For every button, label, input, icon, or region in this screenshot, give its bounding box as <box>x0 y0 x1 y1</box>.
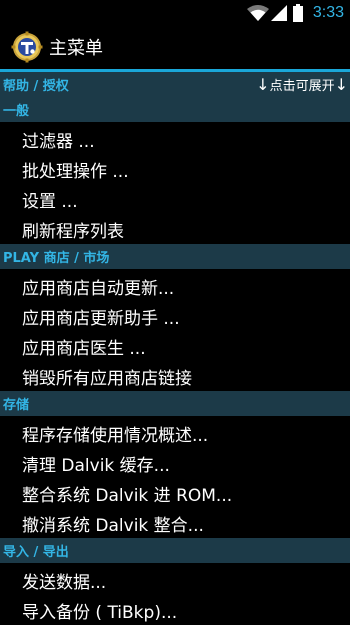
section-label: 存储 <box>3 398 30 413</box>
expand-hint-label: 点击可展开 <box>269 79 335 94</box>
battery-icon <box>292 3 303 22</box>
menu-item-undo-dalvik[interactable]: 撤消系统 Dalvik 整合... <box>0 508 350 538</box>
section-label: 导入 / 导出 <box>3 545 69 560</box>
expand-hint: ↓ 点击可展开 ↓ <box>256 72 348 97</box>
section-import-export: 导入 / 导出 <box>0 538 350 563</box>
menu-item-batch-actions[interactable]: 批处理操作 ... <box>0 154 350 184</box>
menu-item-clean-dalvik-cache[interactable]: 清理 Dalvik 缓存... <box>0 448 350 478</box>
menu-item-store-doctor[interactable]: 应用商店医生 ... <box>0 331 350 361</box>
page-title: 主菜单 <box>49 38 103 59</box>
menu-item-refresh-list[interactable]: 刷新程序列表 <box>0 214 350 244</box>
wifi-icon <box>246 4 269 22</box>
section-general: 一般 <box>0 97 350 122</box>
section-label: 帮助 / 授权 <box>3 79 69 94</box>
action-bar: 主菜单 <box>0 25 350 69</box>
menu-item-send-data[interactable]: 发送数据... <box>0 565 350 595</box>
menu-item-storage-usage[interactable]: 程序存储使用情况概述... <box>0 418 350 448</box>
section-help-license[interactable]: 帮助 / 授权 ↓ 点击可展开 ↓ <box>0 72 350 97</box>
arrow-down-icon: ↓ <box>256 75 270 94</box>
section-play-store: PLAY 商店 / 市场 <box>0 244 350 269</box>
section-label: PLAY 商店 / 市场 <box>3 251 110 266</box>
clock: 3:33 <box>312 3 344 21</box>
menu-item-store-update-helper[interactable]: 应用商店更新助手 ... <box>0 301 350 331</box>
menu-item-store-auto-update[interactable]: 应用商店自动更新... <box>0 271 350 301</box>
menu-item-integrate-dalvik[interactable]: 整合系统 Dalvik 进 ROM... <box>0 478 350 508</box>
section-storage: 存储 <box>0 391 350 416</box>
signal-icon <box>270 4 287 22</box>
menu-item-import-backup[interactable]: 导入备份 ( TiBkp)... <box>0 595 350 625</box>
arrow-down-icon: ↓ <box>334 75 348 94</box>
menu-item-destroy-store-links[interactable]: 销毁所有应用商店链接 <box>0 361 350 391</box>
menu-item-settings[interactable]: 设置 ... <box>0 184 350 214</box>
main-menu-list: 帮助 / 授权 ↓ 点击可展开 ↓ 一般 过滤器 ... 批处理操作 ... 设… <box>0 72 350 625</box>
status-icons: 3:33 <box>246 0 350 25</box>
menu-item-filter[interactable]: 过滤器 ... <box>0 124 350 154</box>
status-bar: 3:33 <box>0 0 350 25</box>
titanium-backup-icon[interactable] <box>11 31 43 63</box>
section-label: 一般 <box>3 104 30 119</box>
